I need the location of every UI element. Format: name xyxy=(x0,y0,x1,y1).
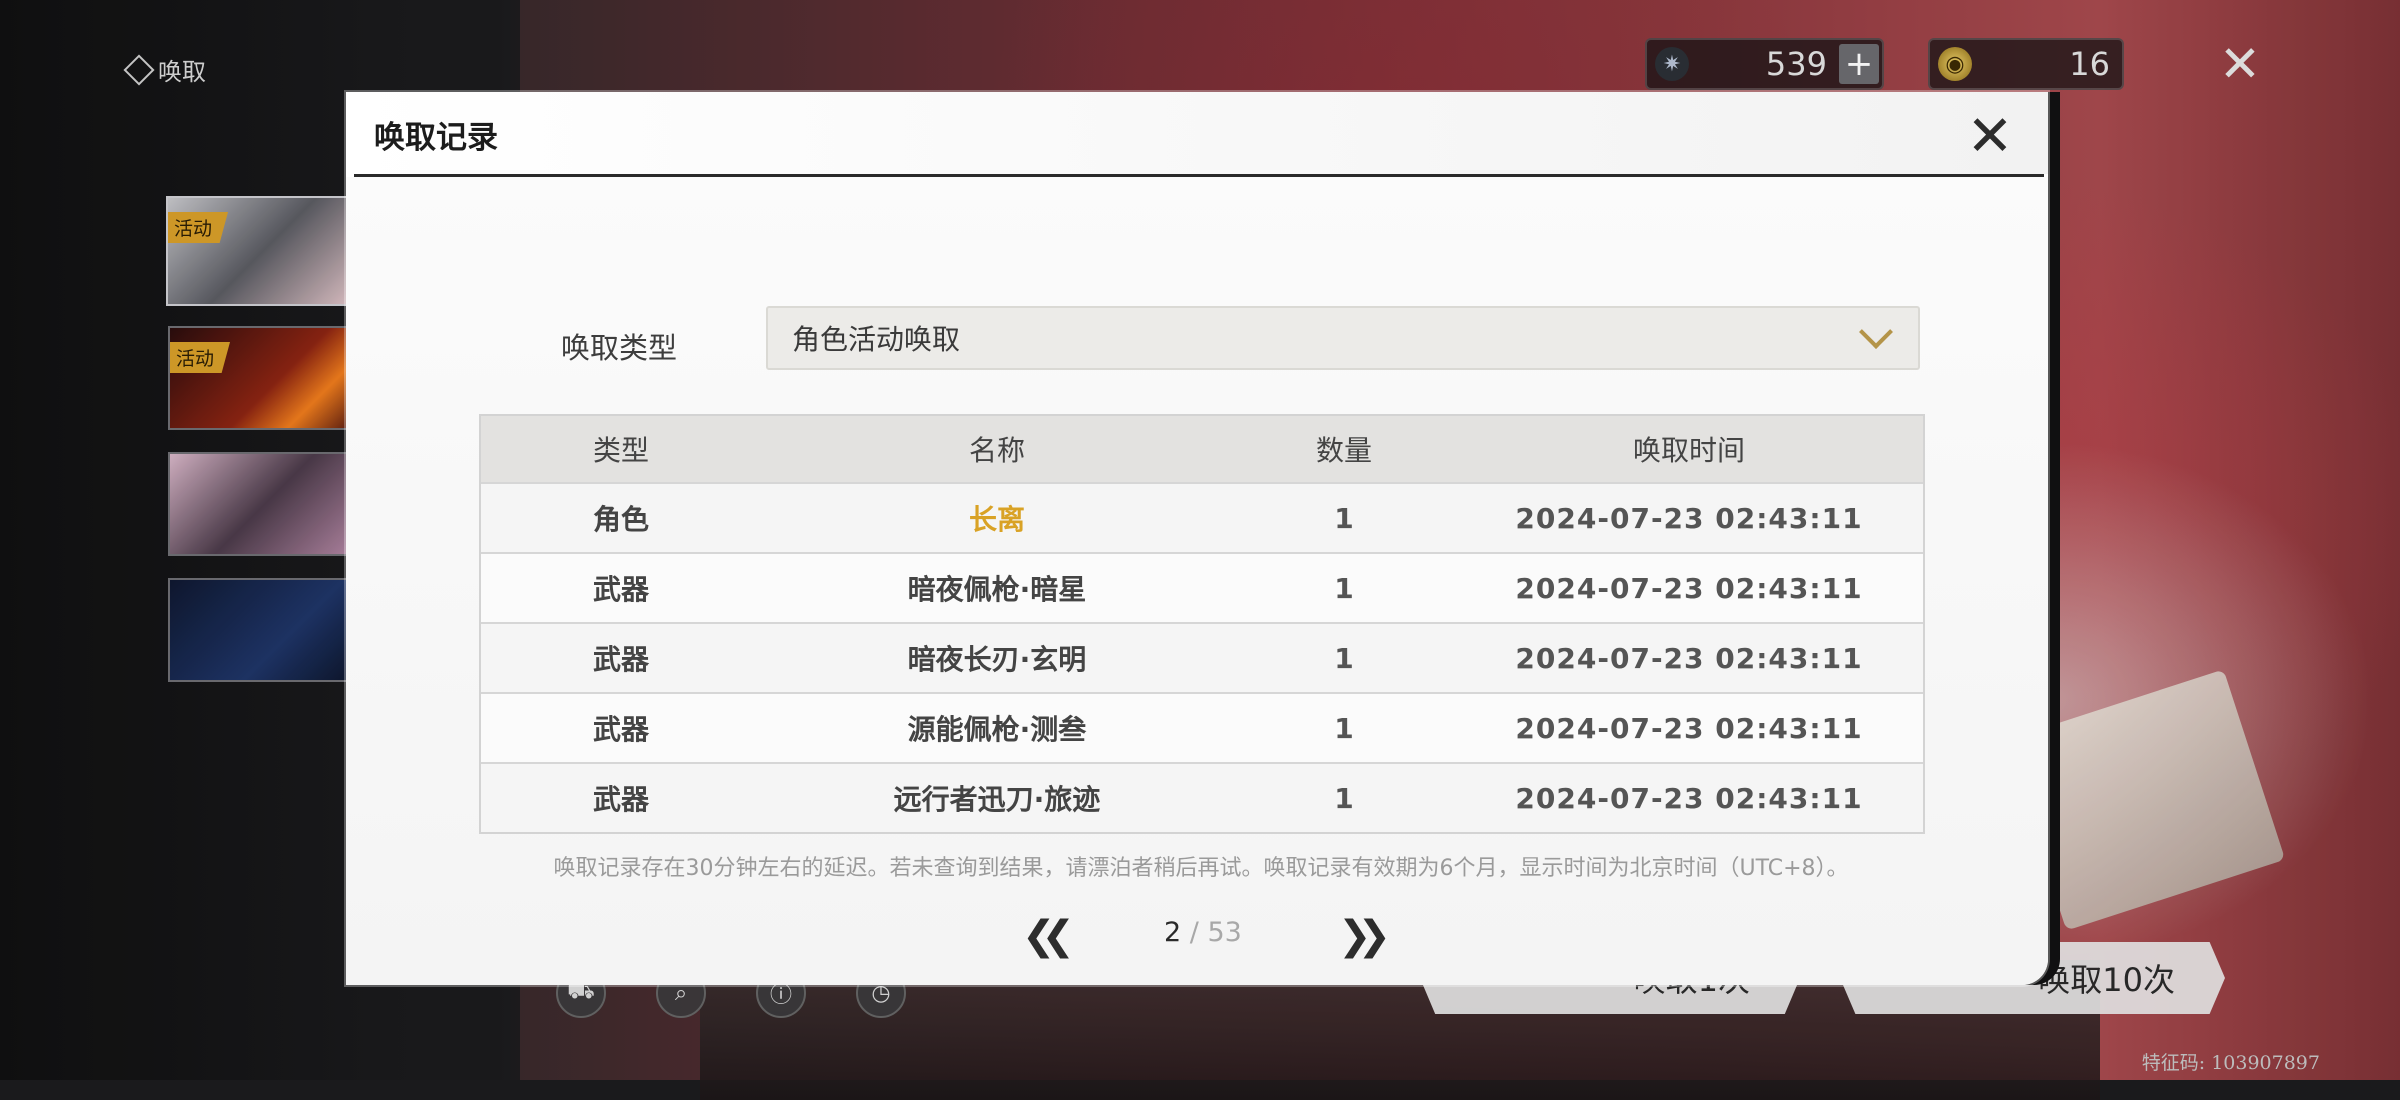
prev-page-icon[interactable]: ❮❮ xyxy=(1022,913,1075,959)
convene-type-label: 唤取类型 xyxy=(561,331,678,365)
row-time: 2024-07-23 02:43:11 xyxy=(1515,781,1863,815)
convene-history-modal: 唤取记录 ✕ 唤取类型 角色活动唤取 类型 名称 数量 唤取时间 角色 长离 1… xyxy=(346,92,2048,985)
header-time: 唤取时间 xyxy=(1632,434,1745,467)
header-type: 类型 xyxy=(592,434,649,467)
row-quantity: 1 xyxy=(1334,501,1354,535)
row-quantity: 1 xyxy=(1334,571,1354,605)
row-time: 2024-07-23 02:43:11 xyxy=(1515,501,1863,535)
row-name: 长离 xyxy=(968,503,1025,536)
row-name: 暗夜佩枪·暗星 xyxy=(907,573,1087,606)
header-name: 名称 xyxy=(968,434,1025,467)
total-pages: 53 xyxy=(1207,917,1242,948)
row-name: 暗夜长刃·玄明 xyxy=(907,643,1087,676)
row-quantity: 1 xyxy=(1334,781,1354,815)
table-row: 武器 远行者迅刀·旅迹 1 2024-07-23 02:43:11 xyxy=(481,762,1923,832)
table-row: 武器 暗夜佩枪·暗星 1 2024-07-23 02:43:11 xyxy=(481,552,1923,622)
convene-type-value: 角色活动唤取 xyxy=(792,323,961,356)
modal-header: 唤取记录 ✕ xyxy=(346,92,2048,174)
close-icon[interactable]: ✕ xyxy=(1960,104,2020,169)
row-name: 源能佩枪·测叁 xyxy=(907,713,1087,746)
row-quantity: 1 xyxy=(1334,641,1354,675)
table-row: 武器 暗夜长刃·玄明 1 2024-07-23 02:43:11 xyxy=(481,622,1923,692)
modal-body: 唤取类型 角色活动唤取 类型 名称 数量 唤取时间 角色 长离 1 2024-0… xyxy=(346,177,2048,985)
page-indicator: 2 / 53 xyxy=(1164,917,1242,948)
records-table: 类型 名称 数量 唤取时间 角色 长离 1 2024-07-23 02:43:1… xyxy=(479,414,1925,834)
chevron-down-icon xyxy=(1859,315,1893,349)
row-type: 角色 xyxy=(592,503,649,536)
current-page: 2 xyxy=(1164,917,1182,948)
row-type: 武器 xyxy=(592,573,649,606)
row-time: 2024-07-23 02:43:11 xyxy=(1515,571,1863,605)
row-time: 2024-07-23 02:43:11 xyxy=(1515,641,1863,675)
header-quantity: 数量 xyxy=(1315,434,1372,467)
convene-type-select[interactable]: 角色活动唤取 xyxy=(766,306,1920,370)
next-page-icon[interactable]: ❯❯ xyxy=(1338,913,1391,959)
delay-notice: 唤取记录存在30分钟左右的延迟。若未查询到结果，请漂泊者稍后再试。唤取记录有效期… xyxy=(553,856,1849,881)
modal-title: 唤取记录 xyxy=(374,120,498,156)
table-header: 类型 名称 数量 唤取时间 xyxy=(481,416,1923,482)
row-time: 2024-07-23 02:43:11 xyxy=(1515,711,1863,745)
row-name: 远行者迅刀·旅迹 xyxy=(893,783,1101,816)
row-type: 武器 xyxy=(592,643,649,676)
row-quantity: 1 xyxy=(1334,711,1354,745)
table-row: 角色 长离 1 2024-07-23 02:43:11 xyxy=(481,482,1923,552)
table-row: 武器 源能佩枪·测叁 1 2024-07-23 02:43:11 xyxy=(481,692,1923,762)
row-type: 武器 xyxy=(592,713,649,746)
row-type: 武器 xyxy=(592,783,649,816)
pagination: ❮❮ 2 / 53 ❯❯ xyxy=(346,907,2048,959)
page-separator: / xyxy=(1189,917,1199,948)
